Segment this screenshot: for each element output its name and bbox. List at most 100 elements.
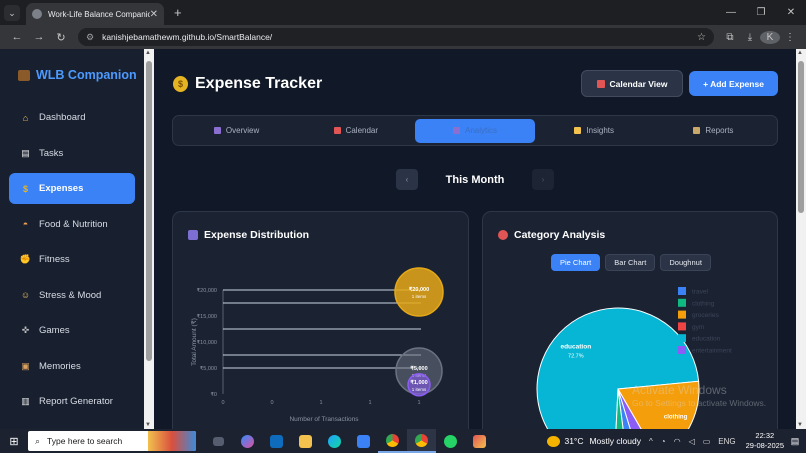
tab-label: Reports: [705, 126, 734, 135]
sidebar-item-report-generator[interactable]: ▥ Report Generator: [9, 386, 135, 417]
notification-icon[interactable]: ▤: [784, 436, 806, 447]
brand-name: WLB Companion: [36, 68, 137, 82]
pie-slice-name: education: [560, 344, 591, 351]
address-bar[interactable]: ⚙ kanishjebamathewm.github.io/SmartBalan…: [78, 28, 714, 46]
new-tab-button[interactable]: +: [174, 5, 182, 20]
x-tick-label: 0: [270, 400, 273, 406]
tab-overview[interactable]: Overview: [177, 119, 296, 143]
clock-date: 29-08-2025: [745, 441, 784, 450]
expense-distribution-chart: ₹0 ₹5,000 ₹10,000 ₹15,000 ₹20,000 0 0 1 1 1 Number…: [190, 267, 444, 423]
sidebar-item-label: Expenses: [39, 183, 84, 194]
show-hidden-icons-icon[interactable]: ^: [649, 437, 653, 446]
chrome-icon[interactable]: [378, 429, 407, 453]
search-highlight-image: [148, 431, 196, 451]
site-info-icon[interactable]: ⚙: [86, 32, 94, 43]
microsoft-store-icon[interactable]: [349, 429, 378, 453]
reload-icon[interactable]: ↻: [50, 31, 72, 44]
download-icon[interactable]: ⤓: [740, 32, 760, 43]
bubble-value-label: ₹20,000: [409, 286, 429, 293]
tab-reports[interactable]: Reports: [654, 119, 773, 143]
main-scroll-up-icon[interactable]: ▲: [797, 50, 803, 56]
app-grid-icon[interactable]: [465, 429, 494, 453]
scroll-up-icon[interactable]: ▲: [145, 50, 151, 56]
restore-icon[interactable]: ❐: [746, 7, 776, 18]
legend-label: travel: [692, 289, 708, 296]
sidebar-item-dashboard[interactable]: ⌂ Dashboard: [9, 102, 135, 133]
sidebar-item-stress-mood[interactable]: ☺ Stress & Mood: [9, 280, 135, 311]
previous-period-button[interactable]: ‹: [396, 169, 418, 190]
activate-windows-subtitle: Go to Settings to activate Windows.: [632, 398, 767, 408]
browser-tab[interactable]: Work-Life Balance Companion ✕: [26, 3, 164, 25]
clipboard-icon: ▤: [21, 147, 30, 158]
main-scroll-down-icon[interactable]: ▼: [797, 422, 803, 428]
profile-initial: K: [760, 30, 780, 44]
tab-insights[interactable]: Insights: [535, 119, 654, 143]
sidebar-item-tasks[interactable]: ▤ Tasks: [9, 138, 135, 169]
clock-time: 22:32: [755, 431, 775, 440]
x-tick-label: 1: [368, 400, 371, 406]
legend-swatch: [678, 298, 686, 307]
legend-swatch: [678, 334, 686, 343]
more-menu-icon[interactable]: ⋮: [780, 32, 800, 43]
minimize-icon[interactable]: —: [716, 7, 746, 18]
scroll-down-icon[interactable]: ▼: [145, 422, 151, 428]
legend-label: gym: [692, 324, 704, 331]
windows-start-icon[interactable]: ⊞: [0, 435, 28, 448]
tab-analytics[interactable]: Analytics: [415, 118, 535, 143]
next-period-button[interactable]: ›: [532, 169, 554, 190]
tab-icon: [693, 127, 701, 134]
close-tab-icon[interactable]: ✕: [150, 9, 158, 20]
main-scroll-thumb[interactable]: [798, 61, 804, 213]
sidebar-item-fitness[interactable]: ✊ Fitness: [9, 244, 135, 275]
category-analysis-card: Category Analysis Pie Chart Bar Chart Do…: [482, 211, 778, 429]
sidebar-item-games[interactable]: ✜ Games: [9, 315, 135, 346]
brand-logo[interactable]: WLB Companion: [0, 49, 144, 82]
battery-icon[interactable]: ▭: [703, 437, 711, 446]
forward-icon[interactable]: →: [28, 31, 50, 43]
wifi-icon[interactable]: ◠: [674, 437, 681, 446]
add-expense-button[interactable]: + Add Expense: [689, 71, 778, 96]
close-window-icon[interactable]: ✕: [776, 7, 806, 18]
translate-icon[interactable]: ⧉: [720, 32, 740, 43]
calendar-view-button[interactable]: Calendar View: [581, 70, 683, 97]
sidebar-item-label: Games: [39, 325, 70, 336]
task-view-icon[interactable]: [204, 429, 233, 453]
flexed-arm-icon: ✊: [19, 254, 32, 264]
copilot-icon[interactable]: [233, 429, 262, 453]
sidebar-item-expenses[interactable]: $ Expenses: [9, 173, 135, 204]
legend-swatch: [678, 287, 686, 295]
sidebar: WLB Companion ⌂ Dashboard ▤ Tasks $ Expenses ◓…: [0, 49, 144, 429]
language-indicator[interactable]: ENG: [718, 437, 735, 446]
weather-text[interactable]: Mostly cloudy: [589, 436, 641, 446]
weather-icon[interactable]: [547, 435, 561, 447]
taskbar-clock[interactable]: 22:32 29-08-2025: [746, 431, 784, 451]
tab-calendar[interactable]: Calendar: [296, 119, 415, 143]
back-icon[interactable]: ←: [6, 31, 28, 43]
tab-search-button[interactable]: ⌄: [4, 5, 20, 21]
page-title-text: Expense Tracker: [195, 75, 323, 92]
sidebar-item-label: Dashboard: [39, 112, 86, 123]
edge-icon[interactable]: [320, 429, 349, 453]
weather-temp[interactable]: 31°C: [564, 436, 583, 446]
network-icon[interactable]: ◔: [661, 437, 666, 446]
expense-tabs: Overview Calendar Analytics Insights Reports: [172, 115, 778, 146]
category-pie-chart: education 72.7% clothing entertainment trave…: [536, 287, 732, 429]
report-icon: ▥: [21, 396, 30, 406]
sidebar-scroll-thumb[interactable]: [146, 61, 152, 361]
outlook-icon[interactable]: [262, 429, 291, 453]
sidebar-scrollbar[interactable]: ▲ ▼: [144, 49, 154, 429]
whatsapp-icon[interactable]: [436, 429, 465, 453]
bookmark-star-icon[interactable]: ☆: [697, 32, 706, 43]
money-bag-icon: $: [173, 76, 188, 92]
gamepad-icon: ✜: [21, 325, 30, 335]
sidebar-item-memories[interactable]: ▣ Memories: [9, 351, 135, 382]
profile-avatar[interactable]: K: [760, 30, 780, 44]
main-scrollbar[interactable]: ▲ ▼: [796, 49, 806, 429]
volume-icon[interactable]: ◁: [689, 437, 695, 446]
chrome-active-window-icon[interactable]: [407, 429, 436, 453]
bubble-value-label: ₹1,000: [410, 379, 427, 386]
browser-toolbar: ← → ↻ ⚙ kanishjebamathewm.github.io/Smar…: [0, 25, 806, 49]
file-explorer-icon[interactable]: [291, 429, 320, 453]
taskbar-search-box[interactable]: ⌕ Type here to search: [28, 431, 196, 451]
sidebar-item-food-nutrition[interactable]: ◓ Food & Nutrition: [9, 209, 135, 240]
